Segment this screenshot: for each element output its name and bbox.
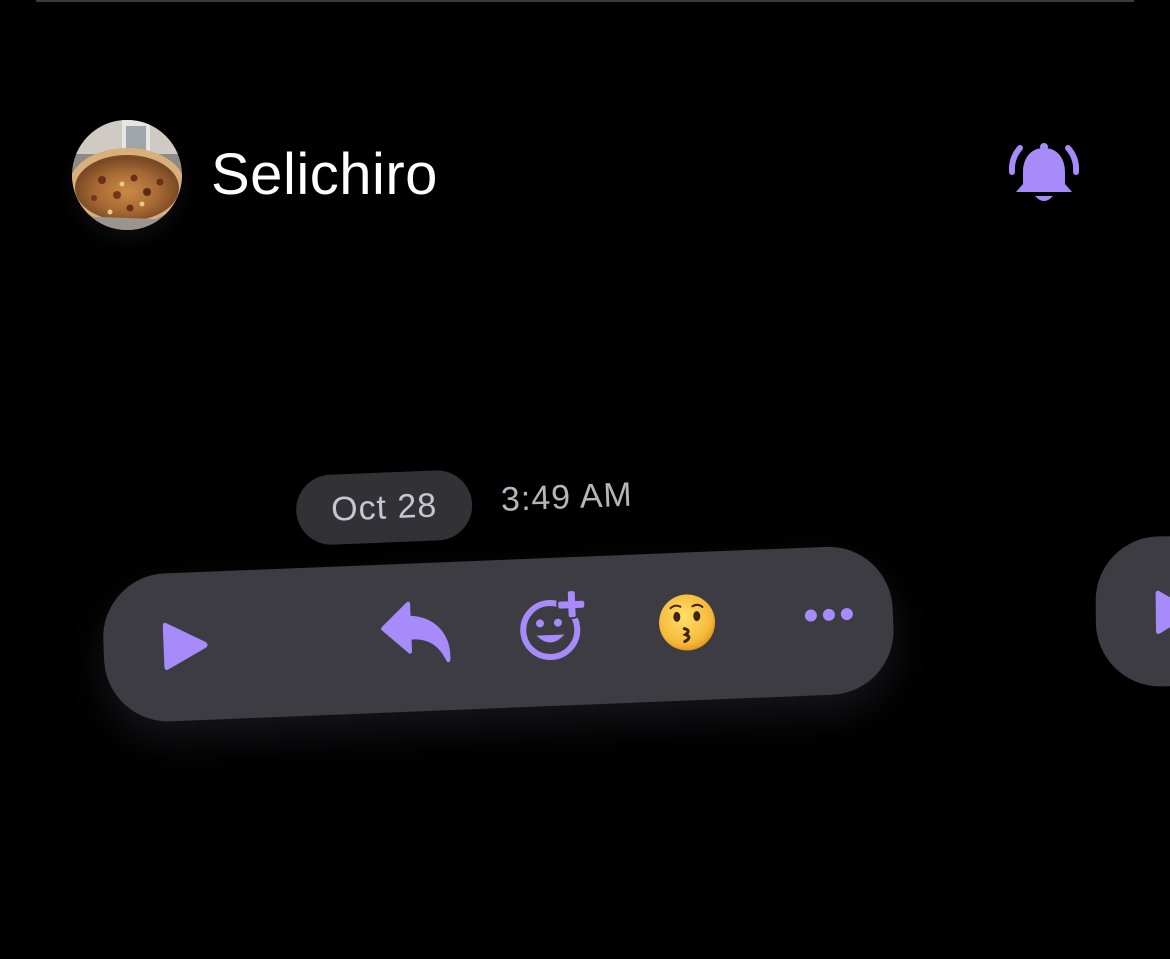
- message-group: Oct 28 3:49 AM: [0, 0, 1170, 959]
- chat-screen: Selichiro Oct 28 3:49 AM: [0, 0, 1170, 959]
- play-icon[interactable]: [1152, 586, 1170, 638]
- time-label: 3:49 AM: [500, 475, 634, 519]
- message-action-bar: [100, 544, 897, 724]
- date-pill: Oct 28: [294, 469, 474, 547]
- kissing-face-emoji[interactable]: [656, 591, 718, 653]
- reply-icon[interactable]: [378, 598, 457, 667]
- add-reaction-icon[interactable]: [515, 586, 594, 665]
- more-icon[interactable]: [802, 602, 855, 628]
- play-icon[interactable]: [158, 616, 212, 676]
